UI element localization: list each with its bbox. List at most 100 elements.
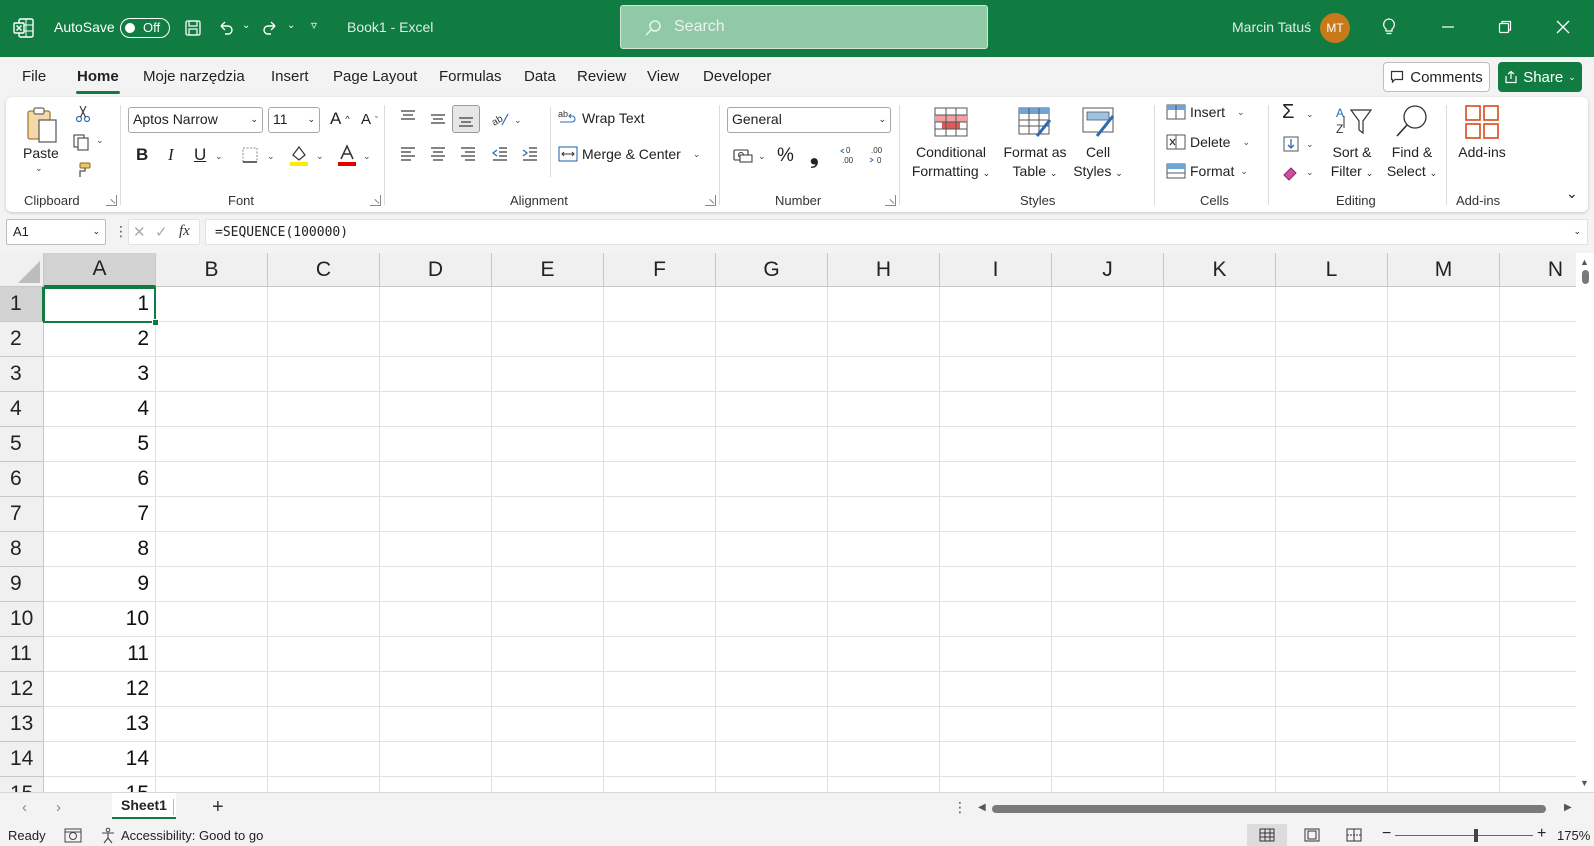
borders-dropdown-icon[interactable]: ⌄: [267, 151, 275, 162]
bottom-align-icon[interactable]: [452, 105, 480, 133]
page-break-view-button[interactable]: [1334, 824, 1374, 846]
tab-moje-narzedzia[interactable]: Moje narzędzia: [143, 68, 245, 85]
sort-filter-icon[interactable]: AZ: [1332, 103, 1376, 139]
zoom-slider-track[interactable]: [1395, 835, 1533, 836]
previous-sheet-icon[interactable]: ‹: [22, 799, 27, 816]
scroll-up-icon[interactable]: ▲: [1580, 257, 1589, 267]
column-header[interactable]: A: [44, 253, 156, 287]
save-icon[interactable]: [181, 16, 205, 40]
find-select-icon[interactable]: [1392, 103, 1432, 139]
row-header[interactable]: 15: [0, 777, 44, 792]
tab-view[interactable]: View: [647, 68, 679, 85]
tab-split-handle[interactable]: ⋮: [953, 799, 967, 816]
increase-indent-icon[interactable]: [518, 142, 542, 166]
accessibility-icon[interactable]: [99, 827, 117, 844]
orientation-dropdown-icon[interactable]: ⌄: [514, 115, 522, 126]
middle-align-icon[interactable]: [426, 107, 450, 131]
row-header[interactable]: 1: [0, 287, 44, 322]
wrap-text-button[interactable]: ab Wrap Text: [558, 109, 645, 127]
tab-data[interactable]: Data: [524, 68, 556, 85]
row-header[interactable]: 12: [0, 672, 44, 707]
restore-icon[interactable]: [1490, 12, 1520, 42]
formula-input[interactable]: =SEQUENCE(100000) ⌄: [205, 219, 1588, 245]
cell[interactable]: 8: [44, 537, 155, 561]
align-left-icon[interactable]: [396, 142, 420, 166]
column-header[interactable]: G: [716, 253, 828, 287]
format-as-table-icon[interactable]: [1016, 105, 1054, 139]
insert-function-icon[interactable]: fx: [179, 223, 190, 240]
accessibility-status[interactable]: Accessibility: Good to go: [121, 828, 263, 843]
redo-icon[interactable]: [258, 16, 282, 40]
cell[interactable]: 6: [44, 467, 155, 491]
increase-decimal-icon[interactable]: 0.00: [838, 143, 862, 167]
accounting-dropdown-icon[interactable]: ⌄: [758, 151, 766, 162]
comma-style-icon[interactable]: ❟: [810, 143, 819, 169]
column-header[interactable]: K: [1164, 253, 1276, 287]
cell[interactable]: 9: [44, 572, 155, 596]
tab-file[interactable]: File: [22, 68, 46, 85]
redo-dropdown-icon[interactable]: ⌄: [287, 20, 295, 31]
row-header[interactable]: 8: [0, 532, 44, 567]
column-header[interactable]: M: [1388, 253, 1500, 287]
autosum-dropdown-icon[interactable]: ⌄: [1306, 109, 1314, 120]
paste-dropdown-icon[interactable]: ⌄: [35, 163, 43, 174]
search-box[interactable]: Search: [620, 5, 988, 49]
enter-icon[interactable]: ✓: [155, 223, 168, 241]
tab-home[interactable]: Home: [77, 68, 119, 85]
zoom-in-icon[interactable]: +: [1537, 825, 1546, 843]
tab-developer[interactable]: Developer: [703, 68, 771, 85]
column-header[interactable]: I: [940, 253, 1052, 287]
italic-button[interactable]: I: [168, 145, 174, 165]
worksheet-grid[interactable]: A B C D E F G H I J K L M N 1 1 2 2 3 3 4 4 5 5 6 6 7 7 8 8 9 9 10 10 11 11…: [0, 253, 1576, 792]
row-header[interactable]: 5: [0, 427, 44, 462]
sheet-tab[interactable]: Sheet1: [112, 793, 176, 819]
cell[interactable]: 10: [44, 607, 155, 631]
tab-formulas[interactable]: Formulas: [439, 68, 502, 85]
align-right-icon[interactable]: [456, 142, 480, 166]
row-header[interactable]: 7: [0, 497, 44, 532]
comments-button[interactable]: Comments: [1383, 62, 1490, 92]
column-header[interactable]: D: [380, 253, 492, 287]
format-painter-icon[interactable]: [72, 159, 94, 181]
row-header[interactable]: 6: [0, 462, 44, 497]
row-header[interactable]: 4: [0, 392, 44, 427]
scroll-left-icon[interactable]: ◀: [978, 802, 986, 813]
find-select-button[interactable]: Find & Select ⌄: [1382, 143, 1442, 183]
autosum-icon[interactable]: Σ: [1282, 101, 1294, 124]
number-format-dropdown[interactable]: General ⌄: [727, 107, 891, 133]
normal-view-button[interactable]: [1247, 824, 1287, 846]
tab-review[interactable]: Review: [577, 68, 626, 85]
cell[interactable]: 12: [44, 677, 155, 701]
column-header[interactable]: L: [1276, 253, 1388, 287]
alignment-launcher-icon[interactable]: [705, 195, 716, 206]
customize-toolbar-icon[interactable]: ▿: [311, 18, 317, 32]
macro-recording-icon[interactable]: [64, 828, 82, 843]
font-color-dropdown-icon[interactable]: ⌄: [363, 151, 371, 162]
column-header[interactable]: C: [268, 253, 380, 287]
clear-icon[interactable]: [1280, 161, 1302, 183]
increase-font-size-icon[interactable]: A ^: [330, 109, 350, 129]
column-header[interactable]: F: [604, 253, 716, 287]
copy-icon[interactable]: [70, 131, 92, 153]
font-name-dropdown[interactable]: Aptos Narrow ⌄: [128, 107, 263, 133]
column-header[interactable]: H: [828, 253, 940, 287]
conditional-formatting-button[interactable]: Conditional Formatting ⌄: [908, 143, 994, 183]
cell-styles-icon[interactable]: [1080, 105, 1118, 139]
row-header[interactable]: 10: [0, 602, 44, 637]
font-launcher-icon[interactable]: [370, 195, 381, 206]
cell[interactable]: 5: [44, 432, 155, 456]
cell-styles-button[interactable]: Cell Styles ⌄: [1070, 143, 1126, 183]
column-header[interactable]: E: [492, 253, 604, 287]
underline-button[interactable]: U: [194, 145, 206, 165]
underline-dropdown-icon[interactable]: ⌄: [215, 151, 223, 162]
avatar[interactable]: MT: [1320, 13, 1350, 43]
accounting-format-icon[interactable]: [730, 143, 756, 167]
clipboard-launcher-icon[interactable]: [106, 195, 117, 206]
more-options-icon[interactable]: ⋮: [114, 223, 128, 240]
fill-handle[interactable]: [152, 319, 159, 326]
share-button[interactable]: Share ⌄: [1498, 62, 1582, 92]
delete-cells-button[interactable]: Delete ⌄: [1166, 133, 1250, 151]
minimize-icon[interactable]: [1433, 12, 1463, 42]
page-layout-view-button[interactable]: [1292, 824, 1332, 846]
paste-label[interactable]: Paste: [23, 144, 59, 163]
